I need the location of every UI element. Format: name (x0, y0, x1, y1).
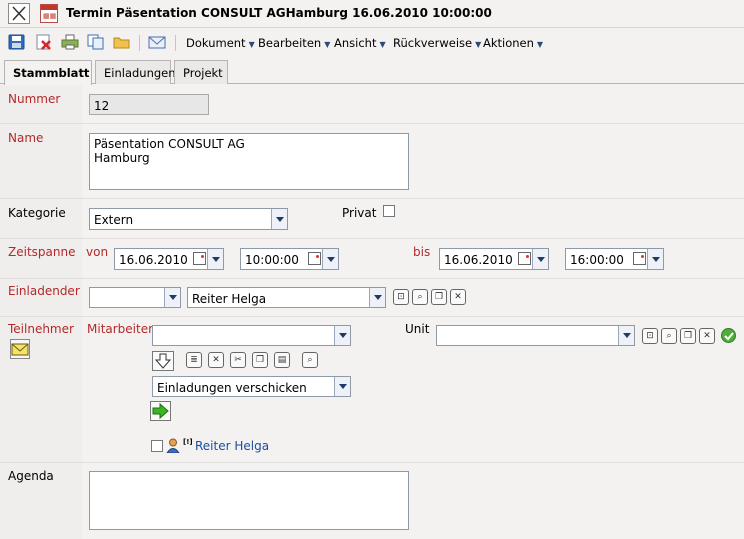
search-icon[interactable]: ⌕ (661, 328, 677, 344)
mail-invite-icon[interactable] (10, 339, 30, 359)
chevron-down-icon[interactable] (271, 209, 287, 229)
einladender-prefix-select[interactable] (89, 287, 181, 308)
mitarbeiter-label: Mitarbeiter (87, 322, 154, 336)
mitarbeiter-select[interactable] (152, 325, 351, 346)
remove-icon[interactable]: ✕ (450, 289, 466, 305)
execute-arrow-icon[interactable] (150, 401, 171, 421)
clock-icon[interactable] (308, 252, 321, 265)
open-icon[interactable]: ⊡ (642, 328, 658, 344)
agenda-label: Agenda (8, 469, 54, 483)
confirm-check-icon[interactable] (721, 328, 736, 343)
participant-link[interactable]: Reiter Helga (195, 439, 269, 453)
cut-icon[interactable]: ✂ (230, 352, 246, 368)
window-title: Termin Päsentation CONSULT AGHamburg 16.… (66, 6, 492, 20)
bis-label: bis (413, 245, 431, 259)
list-icon[interactable]: ≣ (186, 352, 202, 368)
name-textarea[interactable]: Päsentation CONSULT AG Hamburg (89, 133, 409, 190)
unit-label: Unit (405, 322, 430, 336)
calendar-icon[interactable] (518, 252, 531, 265)
row-divider (0, 238, 744, 239)
paste-icon[interactable]: ▤ (274, 352, 290, 368)
einladung-action-select[interactable]: Einladungen verschicken (152, 376, 351, 397)
menu-aktionen[interactable]: Aktionen ▼ (483, 36, 543, 50)
search-icon[interactable]: ⌕ (412, 289, 428, 305)
privat-label: Privat (342, 206, 377, 220)
title-bar: ▦▦ Termin Päsentation CONSULT AGHamburg … (0, 0, 744, 28)
participant-checkbox[interactable] (151, 440, 163, 452)
einladender-label: Einladender (8, 284, 80, 298)
remove-icon[interactable]: ✕ (699, 328, 715, 344)
nummer-label: Nummer (8, 92, 61, 106)
chevron-down-icon[interactable] (322, 249, 338, 269)
agenda-textarea[interactable] (89, 471, 409, 530)
chevron-down-icon: ▼ (324, 40, 331, 49)
bis-time-field[interactable]: 16:00:00 (565, 248, 664, 270)
mail-icon[interactable] (148, 34, 166, 50)
folder-icon[interactable] (113, 34, 131, 50)
clock-icon[interactable] (633, 252, 646, 265)
chevron-down-icon: ▼ (248, 40, 255, 49)
nummer-field: 12 (89, 94, 209, 115)
close-icon[interactable] (8, 3, 30, 24)
copy-icon[interactable] (87, 34, 105, 50)
chevron-down-icon[interactable] (369, 288, 385, 307)
teilnehmer-label: Teilnehmer (8, 322, 74, 336)
von-label: von (86, 245, 109, 259)
remove-icon[interactable]: ✕ (208, 352, 224, 368)
name-label: Name (8, 131, 44, 145)
user-icon (166, 438, 180, 454)
chevron-down-icon[interactable] (532, 249, 548, 269)
chevron-down-icon: ▼ (536, 40, 544, 49)
menu-dokument[interactable]: Dokument ▼ (186, 36, 255, 50)
tab-projekt[interactable]: Projekt (174, 60, 228, 84)
chevron-down-icon[interactable] (207, 249, 223, 269)
chevron-down-icon: ▼ (379, 40, 386, 49)
chevron-down-icon[interactable] (164, 288, 180, 307)
print-icon[interactable] (61, 34, 79, 50)
chevron-down-icon[interactable] (618, 326, 634, 345)
copy-icon[interactable]: ❐ (431, 289, 447, 305)
toolbar-separator (175, 35, 176, 51)
einladender-select[interactable]: Reiter Helga (187, 287, 386, 308)
calendar-icon[interactable] (193, 252, 206, 265)
menu-rueckverweise[interactable]: Rückverweise ▼ (393, 36, 481, 50)
kategorie-label: Kategorie (8, 206, 66, 220)
row-divider (0, 278, 744, 279)
save-icon[interactable] (8, 34, 26, 50)
menu-ansicht[interactable]: Ansicht ▼ (334, 36, 386, 50)
von-date-field[interactable]: 16.06.2010 (114, 248, 224, 270)
tab-bar: Stammblatt Einladungen Projekt (0, 58, 744, 85)
chevron-down-icon[interactable] (334, 326, 350, 345)
row-divider (0, 462, 744, 463)
kategorie-select[interactable]: Extern (89, 208, 288, 230)
menu-bearbeiten[interactable]: Bearbeiten ▼ (258, 36, 330, 50)
von-time-field[interactable]: 10:00:00 (240, 248, 339, 270)
bis-date-field[interactable]: 16.06.2010 (439, 248, 549, 270)
toolbar-separator (139, 35, 140, 51)
row-divider (0, 316, 744, 317)
chevron-down-icon[interactable] (647, 249, 663, 269)
unit-select[interactable] (436, 325, 635, 346)
row-divider (0, 198, 744, 199)
appointment-calendar-icon: ▦▦ (40, 4, 58, 23)
tab-stammblatt[interactable]: Stammblatt (4, 60, 92, 85)
search-icon[interactable]: ⌕ (302, 352, 318, 368)
tab-einladungen[interactable]: Einladungen (95, 60, 176, 84)
chevron-down-icon[interactable] (334, 377, 350, 396)
copy-icon[interactable]: ❐ (680, 328, 696, 344)
privat-checkbox[interactable] (383, 205, 395, 217)
add-down-arrow-icon[interactable] (152, 351, 174, 371)
chevron-down-icon: ▼ (475, 40, 482, 49)
participant-marker: [!] (183, 438, 193, 446)
row-divider (0, 123, 744, 124)
zeitspanne-label: Zeitspanne (8, 245, 76, 259)
copy-icon[interactable]: ❐ (252, 352, 268, 368)
delete-icon[interactable] (35, 34, 53, 50)
toolbar: Dokument ▼ Bearbeiten ▼ Ansicht ▼ Rückverwe… (0, 30, 744, 56)
open-icon[interactable]: ⊡ (393, 289, 409, 305)
